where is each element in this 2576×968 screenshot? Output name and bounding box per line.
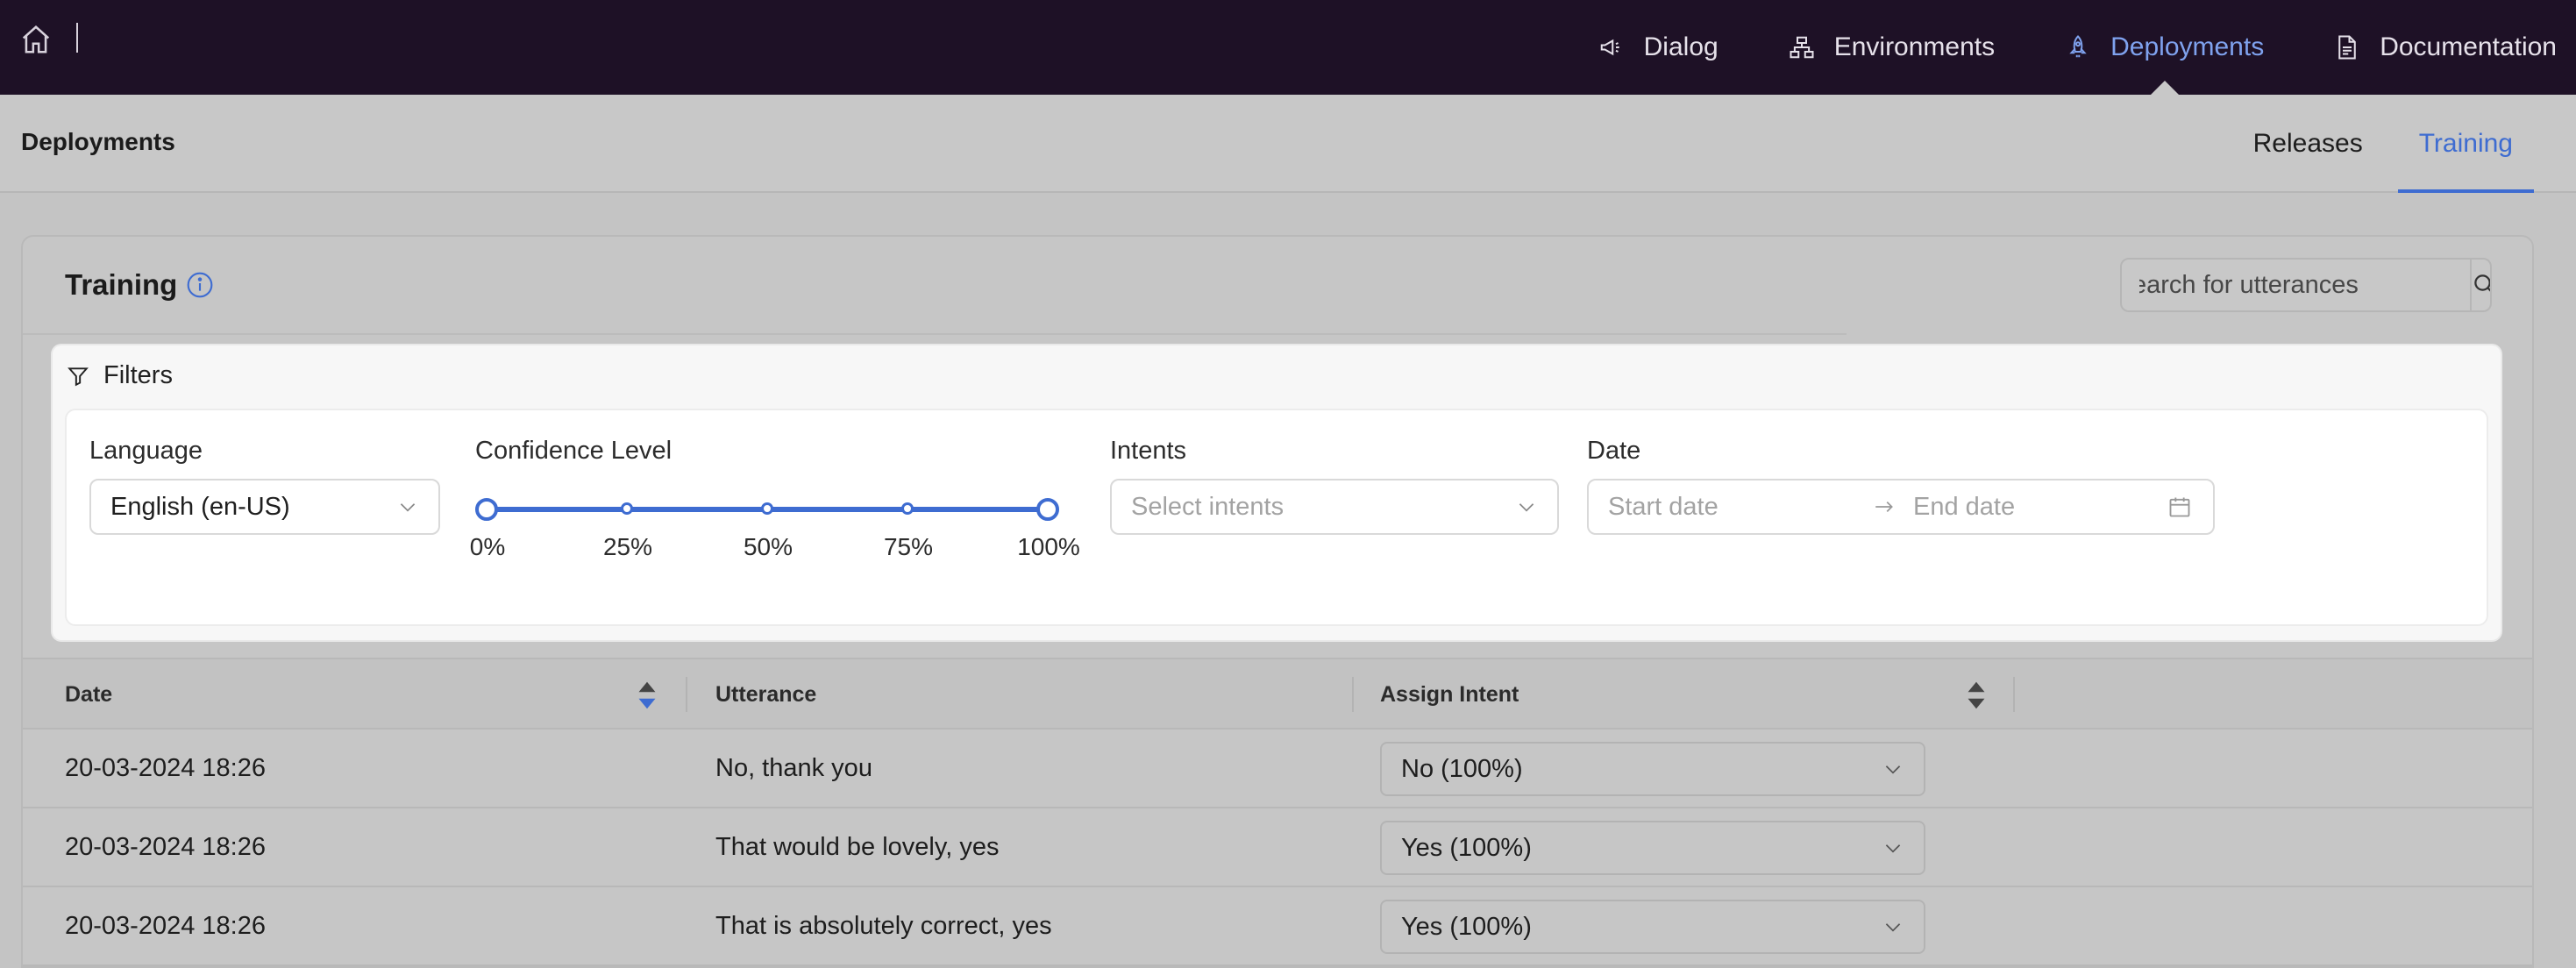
calendar-icon [2169,497,2190,517]
language-select[interactable]: English (en-US) [89,479,440,535]
info-icon[interactable] [186,271,214,299]
tab-training[interactable]: Training [2391,95,2541,193]
cell-utterance: No, thank you [715,754,872,782]
filters-header[interactable]: Filters [67,361,173,390]
nav-item-label: Environments [1833,32,1996,61]
chevron-down-icon [1885,923,1901,932]
tab-releases[interactable]: Releases [2225,95,2391,193]
nav-item-deployments[interactable]: Deployments [2030,0,2299,95]
home-divider [76,23,78,53]
assign-intent-select[interactable]: Yes (100%) [1380,821,1925,875]
nav-item-dialog[interactable]: Dialog [1563,0,1754,95]
slider-mark [901,502,914,515]
cell-date: 20-03-2024 18:26 [65,833,266,861]
assign-intent-select[interactable]: No (100%) [1380,742,1925,796]
end-date-input[interactable]: End date [1913,493,2015,522]
table-header: Date Utterance Assign Intent [23,658,2532,730]
header-utterance: Utterance [715,682,817,707]
chevron-down-icon [1519,503,1534,512]
table-row: 20-03-2024 18:26 No, thank you No (100%) [23,730,2532,808]
nav-item-label: Dialog [1643,32,1719,61]
cell-utterance: That is absolutely correct, yes [715,912,1052,940]
slider-mark [621,502,633,515]
intents-label: Intents [1110,437,1187,465]
assign-intent-value: Yes (100%) [1401,833,1532,862]
assign-intent-value: No (100%) [1401,754,1523,783]
sub-tabs: Releases Training [2225,95,2541,193]
arrow-right-icon [1875,501,1893,513]
intents-placeholder: Select intents [1131,492,1284,521]
card-title: Training [65,268,214,302]
slider-mark-label: 75% [883,533,934,560]
date-label: Date [1587,437,1641,465]
sort-icon[interactable] [1966,679,1987,712]
search-icon [2474,274,2490,292]
sort-icon[interactable] [637,679,658,712]
card-divider [23,333,1847,335]
megaphone-icon [1600,39,1619,56]
nav-item-documentation[interactable]: Documentation [2299,0,2576,95]
slider-mark-label: 100% [1017,533,1080,560]
card-title-text: Training [65,268,178,301]
slider-mark-label: 50% [743,533,793,560]
nav-item-label: Deployments [2110,32,2265,61]
column-divider [2013,677,2015,712]
language-value: English (en-US) [110,492,290,521]
nav-item-label: Documentation [2380,32,2557,61]
language-label: Language [89,437,203,465]
home-icon[interactable] [19,23,53,56]
table-row: 20-03-2024 18:26 That would be lovely, y… [23,808,2532,887]
chevron-down-icon [400,503,416,512]
assign-intent-select[interactable]: Yes (100%) [1380,900,1925,954]
cell-utterance: That would be lovely, yes [715,833,1000,861]
rocket-icon [2069,35,2087,58]
table-row: 20-03-2024 18:26 That is absolutely corr… [23,887,2532,966]
funnel-icon [68,367,89,386]
confidence-slider[interactable]: 0% 25% 50% 75% 100% [470,496,1080,566]
main-nav: Dialog Environments Deployments Document… [1563,0,2576,95]
cell-date: 20-03-2024 18:26 [65,912,266,940]
training-table: Date Utterance Assign Intent 20-03-2024 … [23,658,2532,966]
slider-mark [761,502,773,515]
slider-mark-label: 0% [469,533,506,560]
date-range-picker[interactable]: Start date End date [1587,479,2215,535]
page-title: Deployments [21,128,175,155]
header-date: Date [65,682,113,707]
start-date-input[interactable]: Start date [1608,493,1719,522]
assign-intent-value: Yes (100%) [1401,912,1532,941]
filters-body: Language English (en-US) Confidence Leve… [65,409,2488,626]
intents-select[interactable]: Select intents [1110,479,1559,535]
nav-item-environments[interactable]: Environments [1754,0,2030,95]
sitemap-icon [1790,36,1814,59]
header-assign-intent: Assign Intent [1380,682,1519,707]
cell-date: 20-03-2024 18:26 [65,754,266,782]
top-navigation-bar: Dialog Environments Deployments Document… [0,0,2576,95]
search-button[interactable] [2470,260,2490,310]
column-divider [686,677,687,712]
search-input[interactable] [2122,260,2470,310]
slider-handle-min[interactable] [475,498,498,521]
filters-panel: Filters Language English (en-US) Confide… [53,345,2501,640]
chevron-down-icon [1885,844,1901,853]
utterance-search [2120,258,2492,312]
confidence-label: Confidence Level [475,437,672,465]
sub-header: Deployments Releases Training [0,95,2576,193]
slider-mark-label: 25% [602,533,653,560]
document-icon [2338,35,2356,60]
filters-title: Filters [103,361,173,389]
column-divider [1352,677,1354,712]
slider-handle-max[interactable] [1036,498,1059,521]
chevron-down-icon [1885,765,1901,774]
